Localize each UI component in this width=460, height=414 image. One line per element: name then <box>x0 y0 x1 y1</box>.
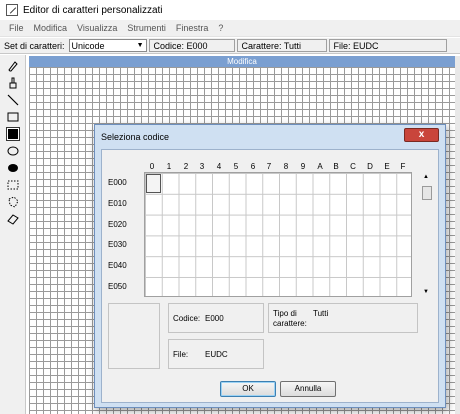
code-status-field: Codice: E000 <box>148 39 235 52</box>
column-header: 1 <box>166 162 172 171</box>
editor-right-edge <box>455 56 460 414</box>
column-header: 7 <box>266 162 272 171</box>
column-header: 0 <box>149 162 155 171</box>
scroll-down-icon[interactable]: ▼ <box>423 289 429 295</box>
code-grid-scrollbar[interactable]: ▲ ▼ <box>420 172 434 297</box>
file-value: EUDC <box>205 350 228 359</box>
menu-visualizza[interactable]: Visualizza <box>72 23 122 33</box>
charset-select[interactable]: Unicode ▼ <box>68 39 147 52</box>
line-tool-icon[interactable] <box>6 93 20 107</box>
toolbox <box>0 55 26 414</box>
row-header: E000 <box>108 178 127 187</box>
column-header: 8 <box>283 162 289 171</box>
row-header: E050 <box>108 282 127 291</box>
menu-strumenti[interactable]: Strumenti <box>122 23 171 33</box>
column-header: 5 <box>233 162 239 171</box>
pencil-tool-icon[interactable] <box>6 59 20 73</box>
column-header: F <box>400 162 406 171</box>
ok-button[interactable]: OK <box>220 381 276 397</box>
column-header: 3 <box>199 162 205 171</box>
type-value: Tutti <box>313 309 329 318</box>
brush-tool-icon[interactable] <box>6 76 20 90</box>
row-header: E040 <box>108 261 127 270</box>
select-code-dialog: Seleziona codice x 0 1 2 3 4 5 6 7 8 9 A… <box>94 124 446 408</box>
chevron-down-icon: ▼ <box>136 42 144 49</box>
column-header: 6 <box>250 162 256 171</box>
column-header: C <box>350 162 356 171</box>
menu-file[interactable]: File <box>4 23 29 33</box>
scroll-thumb[interactable] <box>422 186 432 200</box>
column-header: 2 <box>183 162 189 171</box>
freeform-select-tool-icon[interactable] <box>6 195 20 209</box>
file-info-panel: File: EUDC <box>168 339 264 369</box>
column-header: 9 <box>300 162 306 171</box>
code-label: Codice: <box>173 314 201 323</box>
dialog-body: 0 1 2 3 4 5 6 7 8 9 A B C D E F E000 E01… <box>101 149 439 403</box>
char-status-field: Carattere: Tutti <box>236 39 327 52</box>
code-info-panel: Codice: E000 <box>168 303 264 333</box>
column-header: D <box>367 162 373 171</box>
code-grid[interactable] <box>144 172 412 297</box>
charset-label: Set di caratteri: <box>4 40 65 51</box>
column-header: A <box>317 162 323 171</box>
code-value: E000 <box>205 314 224 323</box>
column-header: B <box>333 162 339 171</box>
menu-modifica[interactable]: Modifica <box>29 23 73 33</box>
hollow-ellipse-tool-icon[interactable] <box>6 144 20 158</box>
file-status-field: File: EUDC <box>328 39 447 52</box>
file-label: File: <box>173 350 189 359</box>
close-button[interactable]: x <box>404 128 439 142</box>
type-label: Tipo di carattere: <box>273 309 307 328</box>
scroll-up-icon[interactable]: ▲ <box>423 174 429 180</box>
menu-help[interactable]: ? <box>213 23 228 33</box>
dialog-title: Seleziona codice <box>101 132 170 142</box>
selected-code-cell[interactable] <box>146 174 161 193</box>
cancel-button[interactable]: Annulla <box>280 381 336 397</box>
column-header: 4 <box>216 162 222 171</box>
row-header: E030 <box>108 240 127 249</box>
glyph-preview <box>108 303 160 369</box>
app-icon <box>6 4 18 16</box>
filled-rectangle-tool-icon[interactable] <box>6 127 20 141</box>
info-bar: Set di caratteri: Unicode ▼ Codice: E000… <box>0 38 460 54</box>
filled-ellipse-tool-icon[interactable] <box>6 161 20 175</box>
type-info-panel: Tipo di carattere: Tutti <box>268 303 418 333</box>
eraser-tool-icon[interactable] <box>6 212 20 226</box>
window-title: Editor di caratteri personalizzati <box>23 4 163 16</box>
menu-bar: File Modifica Visualizza Strumenti Fines… <box>0 20 460 37</box>
editor-header: Modifica <box>29 56 455 67</box>
title-bar: Editor di caratteri personalizzati <box>0 0 460 20</box>
rect-select-tool-icon[interactable] <box>6 178 20 192</box>
charset-value: Unicode <box>71 40 105 51</box>
hollow-rectangle-tool-icon[interactable] <box>6 110 20 124</box>
row-header: E020 <box>108 220 127 229</box>
menu-finestra[interactable]: Finestra <box>171 23 214 33</box>
row-header: E010 <box>108 199 127 208</box>
column-header: E <box>384 162 390 171</box>
